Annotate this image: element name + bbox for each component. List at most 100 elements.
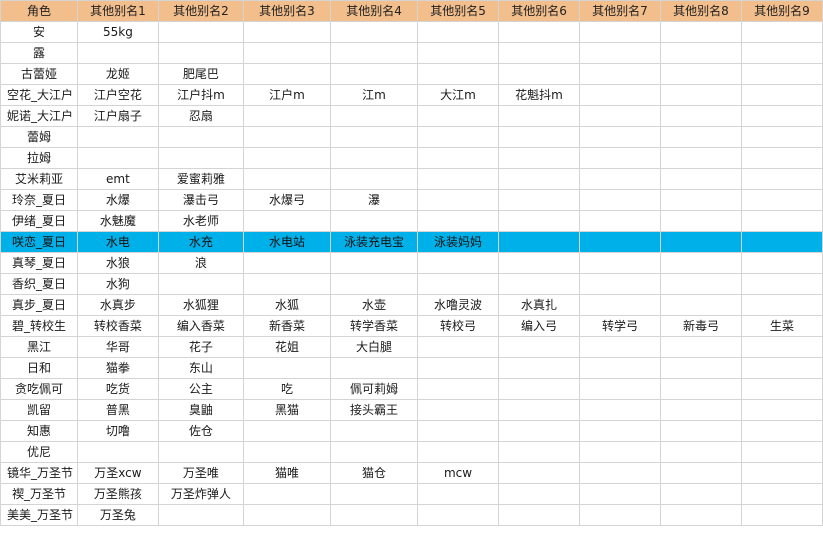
role-cell[interactable]: 日和 — [0, 357, 78, 379]
column-header-alias-4[interactable]: 其他别名4 — [329, 0, 419, 22]
alias-cell[interactable] — [498, 168, 580, 190]
role-cell[interactable]: 玲奈_夏日 — [0, 189, 78, 211]
alias-cell[interactable] — [157, 147, 244, 169]
alias-cell[interactable] — [498, 63, 580, 85]
alias-cell[interactable] — [579, 252, 661, 274]
role-cell[interactable]: 伊绪_夏日 — [0, 210, 78, 232]
role-cell[interactable]: 知惠 — [0, 420, 78, 442]
alias-cell[interactable] — [498, 336, 580, 358]
alias-cell[interactable] — [498, 42, 580, 64]
alias-cell[interactable]: 万圣兔 — [76, 504, 159, 526]
alias-cell[interactable] — [659, 63, 742, 85]
alias-cell[interactable] — [498, 105, 580, 127]
alias-cell[interactable] — [579, 84, 661, 106]
alias-cell[interactable]: 龙姬 — [76, 63, 159, 85]
alias-cell[interactable] — [659, 105, 742, 127]
alias-cell[interactable]: 水爆 — [76, 189, 159, 211]
alias-cell[interactable] — [579, 105, 661, 127]
alias-cell[interactable] — [659, 84, 742, 106]
alias-cell[interactable] — [498, 504, 580, 526]
alias-cell[interactable] — [242, 483, 331, 505]
alias-cell[interactable]: 肥尾巴 — [157, 63, 244, 85]
alias-cell[interactable] — [659, 504, 742, 526]
alias-cell[interactable] — [242, 441, 331, 463]
alias-cell[interactable]: 浪 — [157, 252, 244, 274]
alias-cell[interactable] — [740, 252, 823, 274]
role-cell[interactable]: 香织_夏日 — [0, 273, 78, 295]
alias-cell[interactable] — [417, 252, 500, 274]
column-header-role[interactable]: 角色 — [0, 0, 78, 22]
role-cell[interactable]: 碧_转校生 — [0, 315, 78, 337]
alias-cell[interactable] — [579, 483, 661, 505]
table-row[interactable]: 妮诺_大江户 江户扇子 忍扇 — [0, 105, 823, 127]
alias-cell[interactable] — [157, 441, 244, 463]
alias-cell[interactable] — [579, 42, 661, 64]
alias-cell[interactable] — [76, 126, 159, 148]
table-row[interactable]: 美美_万圣节 万圣兔 — [0, 504, 823, 526]
alias-cell[interactable] — [417, 420, 500, 442]
alias-cell[interactable]: 万圣xcw — [76, 462, 159, 484]
table-row[interactable]: 真步_夏日 水真步 水狐狸 水狐 水壶 水噜灵波 水真扎 — [0, 294, 823, 316]
alias-cell[interactable] — [417, 126, 500, 148]
alias-cell[interactable] — [740, 336, 823, 358]
alias-cell[interactable] — [498, 357, 580, 379]
alias-cell[interactable] — [329, 441, 419, 463]
role-cell[interactable]: 古蕾娅 — [0, 63, 78, 85]
alias-cell[interactable] — [329, 420, 419, 442]
alias-cell[interactable]: 江户空花 — [76, 84, 159, 106]
alias-cell[interactable]: 水狐狸 — [157, 294, 244, 316]
alias-cell[interactable]: 新香菜 — [242, 315, 331, 337]
column-header-alias-7[interactable]: 其他别名7 — [579, 0, 661, 22]
alias-cell[interactable]: 瀑 — [329, 189, 419, 211]
role-cell[interactable]: 艾米莉亚 — [0, 168, 78, 190]
role-cell[interactable]: 禊_万圣节 — [0, 483, 78, 505]
alias-cell[interactable]: 花姐 — [242, 336, 331, 358]
alias-cell[interactable] — [579, 357, 661, 379]
alias-cell[interactable]: 佩可莉姆 — [329, 378, 419, 400]
alias-cell[interactable]: 猫唯 — [242, 462, 331, 484]
alias-cell[interactable]: 猫仓 — [329, 462, 419, 484]
role-cell[interactable]: 凯留 — [0, 399, 78, 421]
alias-cell[interactable] — [740, 504, 823, 526]
role-cell[interactable]: 蕾姆 — [0, 126, 78, 148]
alias-cell[interactable]: 水噜灵波 — [417, 294, 500, 316]
alias-cell[interactable]: 忍扇 — [157, 105, 244, 127]
alias-cell[interactable] — [242, 357, 331, 379]
alias-cell[interactable] — [498, 273, 580, 295]
alias-cell[interactable] — [157, 21, 244, 43]
alias-cell[interactable]: 新毒弓 — [659, 315, 742, 337]
alias-cell[interactable] — [579, 189, 661, 211]
alias-cell[interactable] — [579, 231, 661, 253]
table-row[interactable]: 拉姆 — [0, 147, 823, 169]
alias-cell[interactable]: 江户扇子 — [76, 105, 159, 127]
alias-cell[interactable] — [498, 378, 580, 400]
alias-cell[interactable] — [740, 420, 823, 442]
alias-cell[interactable] — [417, 42, 500, 64]
alias-cell[interactable]: 水壶 — [329, 294, 419, 316]
alias-cell[interactable] — [417, 105, 500, 127]
alias-cell[interactable]: 水狗 — [76, 273, 159, 295]
alias-cell[interactable]: 切噜 — [76, 420, 159, 442]
alias-cell[interactable] — [329, 504, 419, 526]
table-row[interactable]: 日和 猫拳 东山 — [0, 357, 823, 379]
alias-cell[interactable] — [740, 378, 823, 400]
role-cell[interactable]: 优尼 — [0, 441, 78, 463]
alias-cell[interactable] — [740, 399, 823, 421]
alias-cell[interactable] — [659, 273, 742, 295]
role-cell[interactable]: 安 — [0, 21, 78, 43]
alias-cell[interactable]: 泳装充电宝 — [329, 231, 419, 253]
alias-cell[interactable] — [329, 147, 419, 169]
alias-cell[interactable]: 水电站 — [242, 231, 331, 253]
alias-cell[interactable]: 大江m — [417, 84, 500, 106]
alias-cell[interactable]: 编入弓 — [498, 315, 580, 337]
alias-cell[interactable] — [417, 441, 500, 463]
alias-cell[interactable]: 水真扎 — [498, 294, 580, 316]
alias-cell[interactable]: 水真步 — [76, 294, 159, 316]
alias-cell[interactable]: 东山 — [157, 357, 244, 379]
alias-cell[interactable] — [740, 105, 823, 127]
alias-cell[interactable] — [579, 294, 661, 316]
alias-cell[interactable] — [579, 336, 661, 358]
column-header-alias-1[interactable]: 其他别名1 — [76, 0, 159, 22]
table-row[interactable]: 露 — [0, 42, 823, 64]
alias-cell[interactable] — [579, 462, 661, 484]
